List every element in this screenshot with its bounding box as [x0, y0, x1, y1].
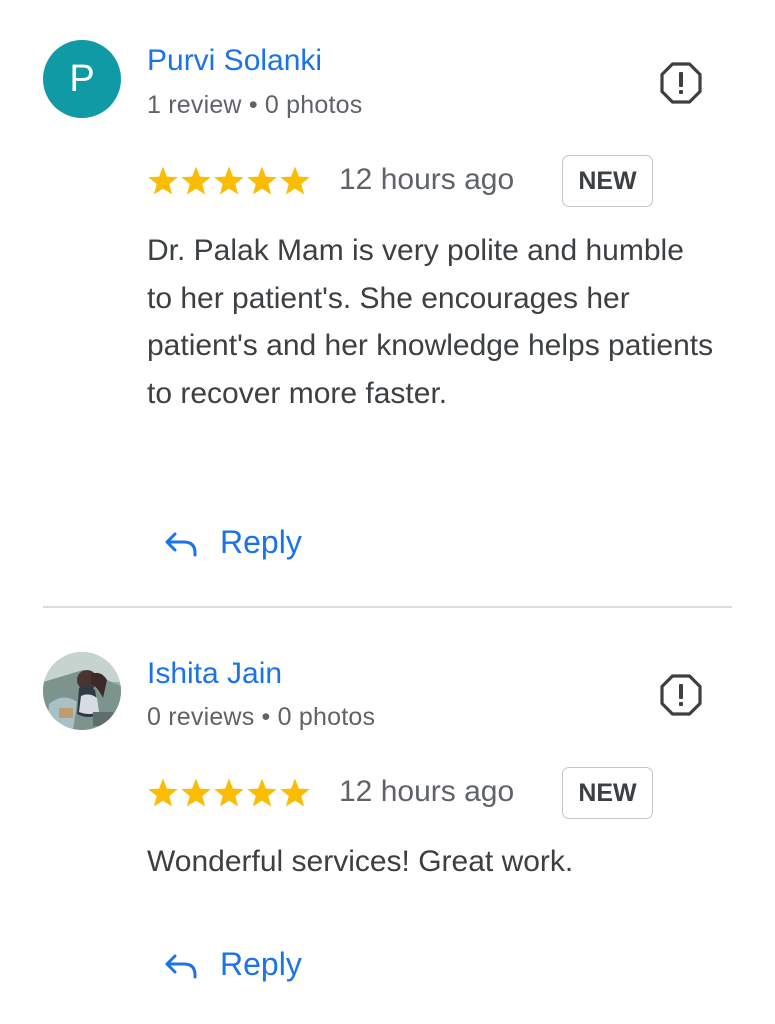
- author-name-link[interactable]: Purvi Solanki: [147, 44, 322, 78]
- reply-label: Reply: [220, 946, 302, 982]
- star-icon: [280, 778, 310, 807]
- avatar[interactable]: [43, 652, 121, 730]
- star-rating: [148, 166, 310, 195]
- review-card: P Purvi Solanki 1 review • 0 photos 12 h…: [0, 0, 775, 606]
- review-card: Ishita Jain 0 reviews • 0 photos 12 hour…: [0, 608, 775, 1024]
- review-timestamp: 12 hours ago: [339, 775, 515, 808]
- reply-label: Reply: [220, 524, 302, 560]
- review-text: Wonderful services! Great work.: [147, 845, 574, 878]
- new-badge: NEW: [562, 155, 653, 207]
- report-flag-icon: [660, 674, 702, 716]
- report-flag-icon: [660, 62, 702, 104]
- author-stats: 1 review • 0 photos: [147, 91, 363, 119]
- star-rating: [148, 778, 310, 807]
- report-review-button[interactable]: [659, 673, 703, 717]
- star-icon: [214, 778, 244, 807]
- author-stats: 0 reviews • 0 photos: [147, 703, 376, 731]
- reply-arrow-icon: [165, 532, 197, 557]
- star-icon: [148, 778, 178, 807]
- new-badge: NEW: [562, 767, 653, 819]
- star-icon: [247, 166, 277, 195]
- report-review-button[interactable]: [659, 61, 703, 105]
- author-name-link[interactable]: Ishita Jain: [147, 657, 282, 691]
- review-timestamp: 12 hours ago: [339, 163, 515, 196]
- star-icon: [181, 778, 211, 807]
- profile-photo-image: [43, 652, 121, 730]
- avatar[interactable]: P: [43, 40, 121, 118]
- star-icon: [214, 166, 244, 195]
- star-icon: [280, 166, 310, 195]
- star-icon: [181, 166, 211, 195]
- reply-arrow-icon: [165, 954, 197, 979]
- review-text: Dr. Palak Mam is very polite and humble …: [147, 234, 714, 410]
- star-icon: [148, 166, 178, 195]
- star-icon: [247, 778, 277, 807]
